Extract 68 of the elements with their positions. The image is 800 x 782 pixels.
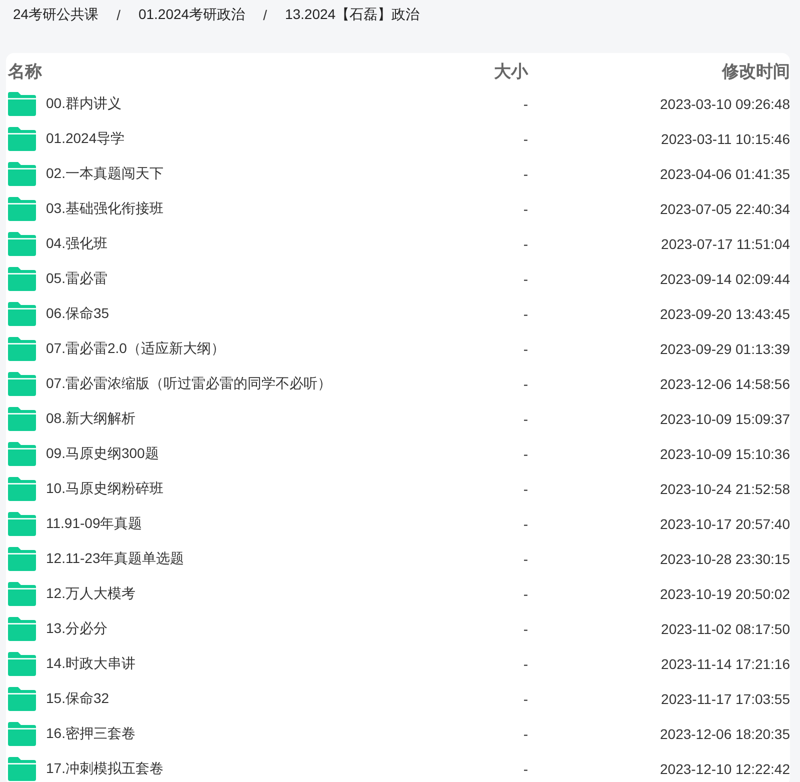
size-cell-text: - — [522, 340, 528, 356]
modified-time: 2023-07-17 11:51:04 — [660, 236, 790, 252]
modified-time: 2023-09-14 02:09:44 — [659, 270, 790, 286]
size-cell-text: - — [522, 96, 528, 112]
size-cell-text: - — [522, 516, 528, 532]
folder-name[interactable]: 03.基础强化衔接班 — [46, 200, 164, 218]
size-cell-text: - — [522, 166, 528, 182]
folder-name[interactable]: 10.马原史纲粉碎班 — [46, 480, 164, 498]
size-cell-text: - — [522, 550, 528, 566]
size-cell-text: - — [522, 410, 528, 426]
folder-name[interactable]: 07.雷必雷浓缩版（听过雷必雷的同学不必听） — [46, 374, 332, 392]
size-cell-text: - — [522, 690, 528, 706]
modified-time: 2023-11-17 17:03:55 — [660, 690, 790, 706]
modified-time: 2023-10-28 23:30:15 — [659, 550, 790, 566]
folder-name[interactable]: 05.雷必雷 — [46, 270, 108, 288]
size-cell-text: - — [522, 236, 528, 252]
modified-time: 2023-09-20 13:43:45 — [659, 306, 790, 322]
size-cell-text: - — [522, 376, 528, 392]
folder-name[interactable]: 12.11-23年真题单选题 — [46, 550, 184, 568]
folder-name[interactable]: 09.马原史纲300题 — [46, 444, 159, 462]
folder-name[interactable]: 13.分必分 — [46, 620, 108, 638]
modified-time: 2023-09-29 01:13:39 — [659, 340, 790, 356]
size-cell-text: - — [522, 130, 528, 146]
size-cell-text: - — [522, 480, 528, 496]
size-cell-text: - — [522, 200, 528, 216]
modified-time: 2023-03-11 10:15:46 — [660, 130, 790, 146]
folder-name[interactable]: 08.新大纲解析 — [46, 410, 136, 428]
folder-name[interactable]: 07.雷必雷2.0（适应新大纲） — [46, 340, 225, 358]
folder-name[interactable]: 14.时政大串讲 — [46, 654, 136, 672]
folder-name[interactable]: 16.密押三套卷 — [46, 724, 136, 742]
modified-time: 2023-12-06 18:20:35 — [659, 726, 790, 742]
modified-time: 2023-04-06 01:41:35 — [659, 166, 790, 182]
folder-name[interactable]: 04.强化班 — [46, 234, 108, 252]
column-header[interactable]: 名称 — [6, 60, 378, 82]
column-header[interactable]: 修改时间 — [528, 60, 790, 82]
breadcrumb-link[interactable]: 24考研公共课 — [13, 6, 99, 24]
modified-time: 2023-03-10 09:26:48 — [659, 96, 790, 112]
size-cell-text: - — [522, 760, 528, 776]
modified-time: 2023-07-05 22:40:34 — [659, 200, 790, 216]
size-cell-text: - — [522, 620, 528, 636]
size-cell-text: - — [522, 270, 528, 286]
column-header[interactable]: 大小 — [378, 60, 528, 82]
breadcrumb-separator: / — [263, 7, 267, 23]
folder-name[interactable]: 00.群内讲义 — [46, 94, 122, 112]
modified-time: 2023-10-17 20:57:40 — [659, 516, 790, 532]
breadcrumb-link[interactable]: 01.2024考研政治 — [138, 6, 246, 24]
folder-name[interactable]: 11.91-09年真题 — [46, 514, 142, 532]
modified-time: 2023-11-02 08:17:50 — [660, 620, 790, 636]
folder-name[interactable]: 15.保命32 — [46, 690, 110, 708]
modified-time: 2023-10-19 20:50:02 — [659, 586, 790, 602]
folder-name[interactable]: 02.一本真题闯天下 — [46, 164, 164, 182]
size-cell-text: - — [522, 726, 528, 742]
modified-time: 2023-11-14 17:21:16 — [660, 656, 790, 672]
breadcrumb-separator: / — [116, 7, 120, 23]
size-cell-text: - — [522, 586, 528, 602]
modified-time: 2023-12-10 12:22:42 — [659, 760, 790, 776]
folder-name[interactable]: 17.冲刺模拟五套卷 — [46, 760, 164, 778]
modified-time: 2023-10-24 21:52:58 — [659, 480, 790, 496]
size-cell-text: - — [522, 306, 528, 322]
modified-time: 2023-10-09 15:09:37 — [659, 410, 790, 426]
modified-time: 2023-10-09 15:10:36 — [659, 446, 790, 462]
modified-time: 2023-12-06 14:58:56 — [659, 376, 790, 392]
size-cell-text: - — [522, 446, 528, 462]
folder-name[interactable]: 01.2024导学 — [46, 130, 125, 148]
size-cell-text: - — [522, 656, 528, 672]
breadcrumb-link[interactable]: 13.2024【石磊】政治 — [284, 6, 420, 24]
folder-name[interactable]: 06.保命35 — [46, 304, 110, 322]
folder-name[interactable]: 12.万人大模考 — [46, 584, 136, 602]
